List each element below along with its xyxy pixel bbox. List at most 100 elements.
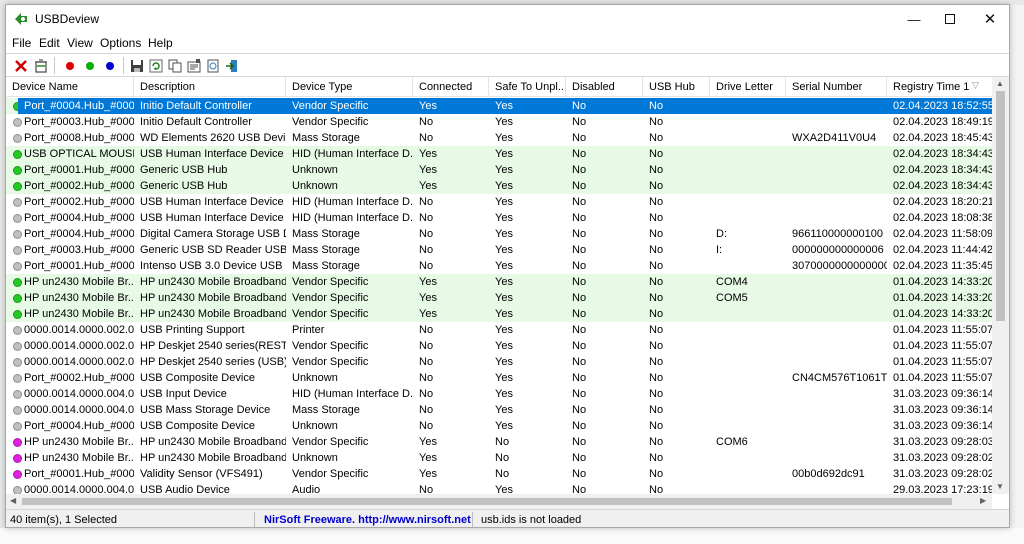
- table-row[interactable]: 0000.0014.0000.002.00... HP Deskjet 2540 …: [6, 354, 992, 370]
- table-row[interactable]: 0000.0014.0000.002.00... HP Deskjet 2540 …: [6, 338, 992, 354]
- scroll-up-icon[interactable]: ▲: [996, 79, 1004, 88]
- cell-time: 01.04.2023 14:33:20: [893, 292, 992, 304]
- table-row[interactable]: HP un2430 Mobile Br... HP un2430 Mobile B…: [6, 290, 992, 306]
- menu-view[interactable]: View: [67, 36, 93, 50]
- uninstall-icon: [35, 59, 47, 73]
- table-row[interactable]: 0000.0014.0000.004.00... USB Mass Storage…: [6, 402, 992, 418]
- column-device-name[interactable]: Device Name: [6, 77, 134, 97]
- table-row[interactable]: HP un2430 Mobile Br... HP un2430 Mobile B…: [6, 434, 992, 450]
- table-row[interactable]: Port_#0004.Hub_#0003 Initio Default Contr…: [6, 98, 992, 114]
- delete-button[interactable]: [12, 57, 30, 75]
- exit-button[interactable]: [223, 57, 241, 75]
- disable-button[interactable]: [61, 57, 79, 75]
- cell-type: HID (Human Interface D...: [292, 148, 413, 160]
- table-row[interactable]: HP un2430 Mobile Br... HP un2430 Mobile B…: [6, 274, 992, 290]
- title-bar[interactable]: USBDeview — ✕: [6, 5, 1009, 33]
- scroll-down-icon[interactable]: ▼: [996, 482, 1004, 491]
- menu-help[interactable]: Help: [148, 36, 173, 50]
- table-row[interactable]: 0000.0014.0000.004.00... USB Input Device…: [6, 386, 992, 402]
- enable-button[interactable]: [81, 57, 99, 75]
- close-button[interactable]: ✕: [967, 5, 1009, 33]
- table-row[interactable]: Port_#0003.Hub_#0003 Generic USB SD Reade…: [6, 242, 992, 258]
- table-row[interactable]: Port_#0001.Hub_#0005 Validity Sensor (VFS…: [6, 466, 992, 482]
- cell-hub: No: [649, 212, 664, 224]
- copy-button[interactable]: [166, 57, 184, 75]
- column-safe-to-unplug[interactable]: Safe To Unpl...: [489, 77, 566, 97]
- menu-file[interactable]: File: [12, 36, 31, 50]
- cell-drive: [710, 482, 786, 494]
- html-report-button[interactable]: [204, 57, 222, 75]
- cell-name: 0000.0014.0000.002.00...: [24, 340, 134, 352]
- scroll-left-icon[interactable]: ◀: [10, 496, 16, 505]
- status-item-count: 40 item(s), 1 Selected: [10, 514, 117, 526]
- cell-disabled: No: [572, 324, 587, 336]
- device-list[interactable]: Device Name Description Device Type Conn…: [6, 77, 1009, 509]
- scroll-right-icon[interactable]: ▶: [980, 496, 986, 505]
- table-row[interactable]: Port_#0004.Hub_#0003 USB Human Interface …: [6, 210, 992, 226]
- table-row[interactable]: Port_#0002.Hub_#0004 USB Composite Device…: [6, 370, 992, 386]
- uninstall-button[interactable]: [32, 57, 50, 75]
- blue-dot-icon: [106, 62, 114, 70]
- cell-hub: No: [649, 340, 664, 352]
- cell-safe: Yes: [495, 372, 513, 384]
- horizontal-scrollbar[interactable]: ◀ ▶: [6, 494, 992, 509]
- disconnect-button[interactable]: [101, 57, 119, 75]
- table-row[interactable]: Port_#0008.Hub_#0003 WD Elements 2620 USB…: [6, 130, 992, 146]
- column-registry-time[interactable]: Registry Time 1 ▽: [887, 77, 992, 97]
- cell-desc: HP Deskjet 2540 series (USB): [140, 356, 286, 368]
- table-row[interactable]: Port_#0004.Hub_#0003 Digital Camera Stora…: [6, 226, 992, 242]
- column-serial-number[interactable]: Serial Number: [786, 77, 887, 97]
- column-usb-hub[interactable]: USB Hub: [643, 77, 710, 97]
- cell-desc: USB Mass Storage Device: [140, 404, 271, 416]
- cell-time: 01.04.2023 11:55:07: [893, 324, 992, 336]
- table-row[interactable]: USB OPTICAL MOUSE USB Human Interface Dev…: [6, 146, 992, 162]
- menu-options[interactable]: Options: [100, 36, 141, 50]
- cell-time: 31.03.2023 09:28:02: [893, 452, 992, 464]
- cell-name: Port_#0002.Hub_#0003: [24, 180, 134, 192]
- save-button[interactable]: [128, 57, 146, 75]
- table-row[interactable]: 0000.0014.0000.004.00... USB Audio Device…: [6, 482, 992, 494]
- cell-drive: [710, 258, 786, 274]
- cell-disabled: No: [572, 468, 587, 480]
- vertical-scrollbar[interactable]: ▲ ▼: [992, 77, 1009, 494]
- column-description[interactable]: Description: [134, 77, 286, 97]
- refresh-button[interactable]: [147, 57, 165, 75]
- cell-name: Port_#0003.Hub_#0003: [24, 244, 134, 256]
- cell-disabled: No: [572, 340, 587, 352]
- cell-hub: No: [649, 452, 664, 464]
- table-row[interactable]: Port_#0001.Hub_#0004 Generic USB Hub Unkno…: [6, 162, 992, 178]
- properties-button[interactable]: [185, 57, 203, 75]
- column-drive-letter[interactable]: Drive Letter: [710, 77, 786, 97]
- cell-type: Vendor Specific: [292, 308, 369, 320]
- table-row[interactable]: Port_#0002.Hub_#0003 Generic USB Hub Unkno…: [6, 178, 992, 194]
- cell-time: 02.04.2023 18:34:43: [893, 180, 992, 192]
- table-row[interactable]: Port_#0003.Hub_#0003 Initio Default Contr…: [6, 114, 992, 130]
- horizontal-scroll-thumb[interactable]: [22, 498, 952, 505]
- table-row[interactable]: HP un2430 Mobile Br... HP un2430 Mobile B…: [6, 450, 992, 466]
- cell-disabled: No: [572, 292, 587, 304]
- column-connected[interactable]: Connected: [413, 77, 489, 97]
- cell-safe: Yes: [495, 164, 513, 176]
- table-row[interactable]: 0000.0014.0000.002.00... USB Printing Sup…: [6, 322, 992, 338]
- vertical-scroll-thumb[interactable]: [996, 91, 1005, 321]
- window-title: USBDeview: [35, 12, 100, 26]
- cell-safe: Yes: [495, 148, 513, 160]
- nirsoft-link[interactable]: NirSoft Freeware. http://www.nirsoft.net: [264, 514, 471, 527]
- table-row[interactable]: Port_#0001.Hub_#0007 Intenso USB 3.0 Devi…: [6, 258, 992, 274]
- cell-safe: Yes: [495, 276, 513, 288]
- cell-connected: Yes: [419, 292, 437, 304]
- cell-disabled: No: [572, 228, 587, 240]
- table-row[interactable]: HP un2430 Mobile Br... HP un2430 Mobile B…: [6, 306, 992, 322]
- minimize-icon: —: [907, 11, 921, 27]
- cell-serial: [786, 450, 887, 466]
- cell-disabled: No: [572, 244, 587, 256]
- cell-drive: [710, 98, 786, 114]
- table-row[interactable]: Port_#0002.Hub_#0003 USB Human Interface …: [6, 194, 992, 210]
- menu-edit[interactable]: Edit: [39, 36, 60, 50]
- table-row[interactable]: Port_#0004.Hub_#0003 USB Composite Device…: [6, 418, 992, 434]
- cell-safe: Yes: [495, 116, 513, 128]
- cell-connected: No: [419, 260, 434, 272]
- cell-type: Unknown: [292, 452, 338, 464]
- column-disabled[interactable]: Disabled: [566, 77, 643, 97]
- column-device-type[interactable]: Device Type: [286, 77, 413, 97]
